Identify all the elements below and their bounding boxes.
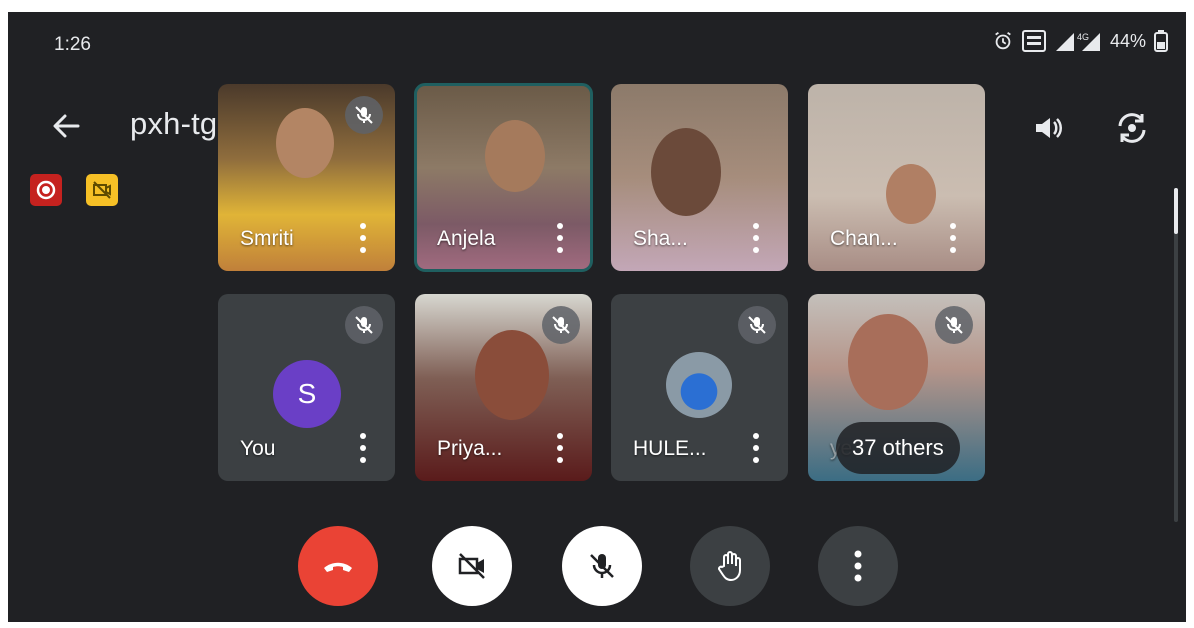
others-count-chip[interactable]: 37 others [836, 422, 960, 474]
volte-icon [1021, 30, 1046, 52]
svg-text:4G: 4G [1077, 32, 1089, 42]
mic-off-icon [345, 306, 383, 344]
mic-toggle-button[interactable] [562, 526, 642, 606]
more-options-icon[interactable] [752, 223, 760, 253]
battery-text: 44% [1109, 30, 1146, 51]
participant-tile[interactable]: HULE... [611, 294, 788, 481]
avatar [666, 352, 732, 418]
participant-name: You [240, 437, 276, 460]
scrollbar-thumb[interactable] [1174, 188, 1178, 234]
no-camera-icon[interactable] [86, 174, 118, 206]
more-options-button[interactable] [818, 526, 898, 606]
self-tile[interactable]: S You [218, 294, 395, 481]
video-off-icon [458, 553, 485, 579]
end-call-button[interactable] [298, 526, 378, 606]
camera-flip-icon[interactable] [1112, 108, 1152, 153]
more-options-icon [854, 550, 862, 582]
more-options-icon[interactable] [949, 223, 957, 253]
mic-off-icon [345, 96, 383, 134]
back-arrow-icon[interactable] [48, 108, 84, 144]
status-icons: 4G 44% [992, 30, 1168, 52]
mic-off-icon [590, 554, 614, 578]
more-options-icon[interactable] [359, 433, 367, 463]
raise-hand-button[interactable] [690, 526, 770, 606]
participant-video [485, 120, 545, 192]
mic-off-icon [738, 306, 776, 344]
participant-video [651, 128, 721, 216]
more-options-icon[interactable] [752, 433, 760, 463]
avatar: S [273, 360, 341, 428]
end-call-icon [324, 562, 352, 572]
participant-video [276, 108, 334, 178]
raise-hand-icon [718, 551, 741, 582]
participant-tile[interactable]: Sha... [611, 84, 788, 271]
participant-tile[interactable]: Priya... [415, 294, 592, 481]
battery-icon [1154, 30, 1168, 52]
speaker-icon[interactable] [1028, 108, 1068, 153]
participant-name: Chan... [830, 227, 898, 250]
more-options-icon[interactable] [556, 433, 564, 463]
participant-tile-active-speaker[interactable]: Anjela [414, 83, 593, 272]
alarm-icon [992, 30, 1014, 52]
participant-name: HULE... [633, 437, 707, 460]
participant-video [848, 314, 928, 410]
recording-icon[interactable] [30, 174, 62, 206]
participant-video [475, 330, 549, 420]
video-toggle-button[interactable] [432, 526, 512, 606]
meet-call-screen: 1:26 4G 44% pxh-tgof-uva [8, 12, 1186, 622]
scrollbar-track[interactable] [1174, 188, 1178, 522]
participant-name: Priya... [437, 437, 503, 460]
participant-tile[interactable]: Chan... [808, 84, 985, 271]
participant-name: Smriti [240, 227, 294, 250]
mic-off-icon [935, 306, 973, 344]
more-options-icon[interactable] [359, 223, 367, 253]
participant-tile[interactable]: Smriti [218, 84, 395, 271]
status-time: 1:26 [54, 34, 91, 55]
participant-name: Sha... [633, 227, 688, 250]
more-options-icon[interactable] [556, 223, 564, 253]
mic-off-icon [542, 306, 580, 344]
participant-name: Anjela [437, 227, 496, 250]
participant-video [886, 164, 936, 224]
signal-icon: 4G [1054, 30, 1102, 52]
